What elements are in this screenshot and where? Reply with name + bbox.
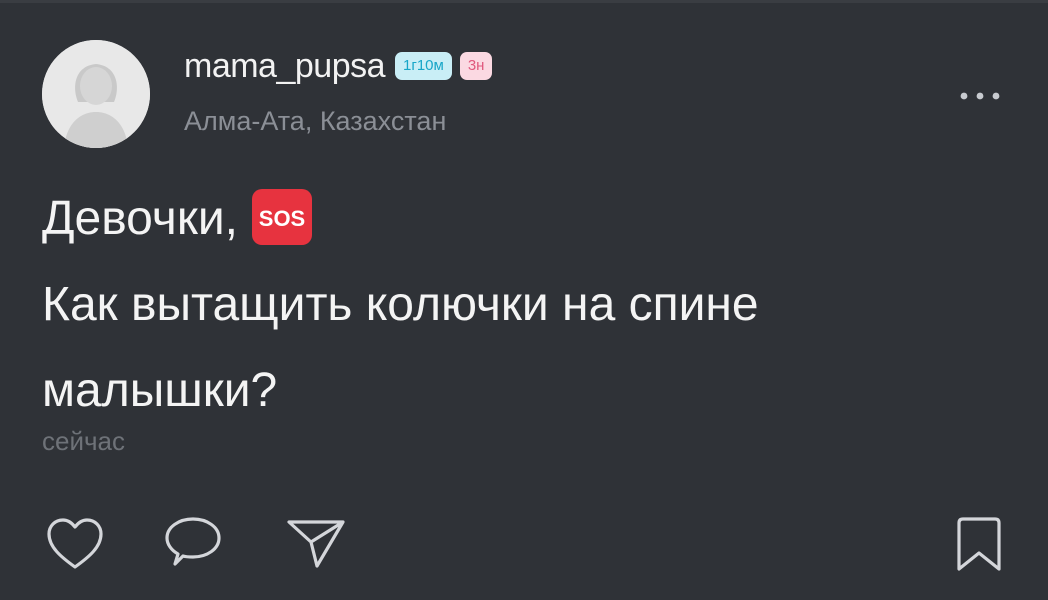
sos-emoji-icon: SOS: [251, 189, 312, 246]
post-line-1-text: Девочки,: [42, 192, 238, 245]
share-button[interactable]: [280, 512, 350, 576]
more-options-button[interactable]: [950, 84, 1010, 108]
ellipsis-icon: [960, 92, 1000, 100]
author-username[interactable]: mama_pupsa: [184, 47, 386, 86]
author-location: Алма-Ата, Казахстан: [184, 106, 447, 136]
bookmark-icon: [957, 517, 1001, 571]
comment-button[interactable]: [158, 512, 228, 576]
heart-icon: [47, 518, 103, 569]
like-button[interactable]: [40, 512, 110, 576]
post-line-2: Как вытащить колючки на спине: [42, 278, 759, 331]
post-body: Девочки, SOS Как вытащить колючки на спи…: [42, 176, 1002, 434]
paper-plane-icon: [287, 520, 345, 568]
bookmark-button[interactable]: [944, 512, 1014, 576]
avatar[interactable]: [42, 40, 150, 148]
author-header: mama_pupsa 1г10м 3н: [184, 44, 493, 88]
post-line-1: Девочки, SOS: [42, 176, 1002, 262]
user-silhouette-icon: [42, 40, 150, 148]
top-divider: [0, 0, 1048, 3]
post-line-3: малышки?: [42, 364, 278, 417]
post-timestamp: сейчас: [42, 426, 125, 456]
speech-bubble-icon: [165, 517, 221, 566]
child-age-badge: 1г10м: [395, 52, 452, 80]
pregnancy-badge: 3н: [459, 52, 493, 80]
sos-emoji-label: SOS: [259, 206, 305, 231]
